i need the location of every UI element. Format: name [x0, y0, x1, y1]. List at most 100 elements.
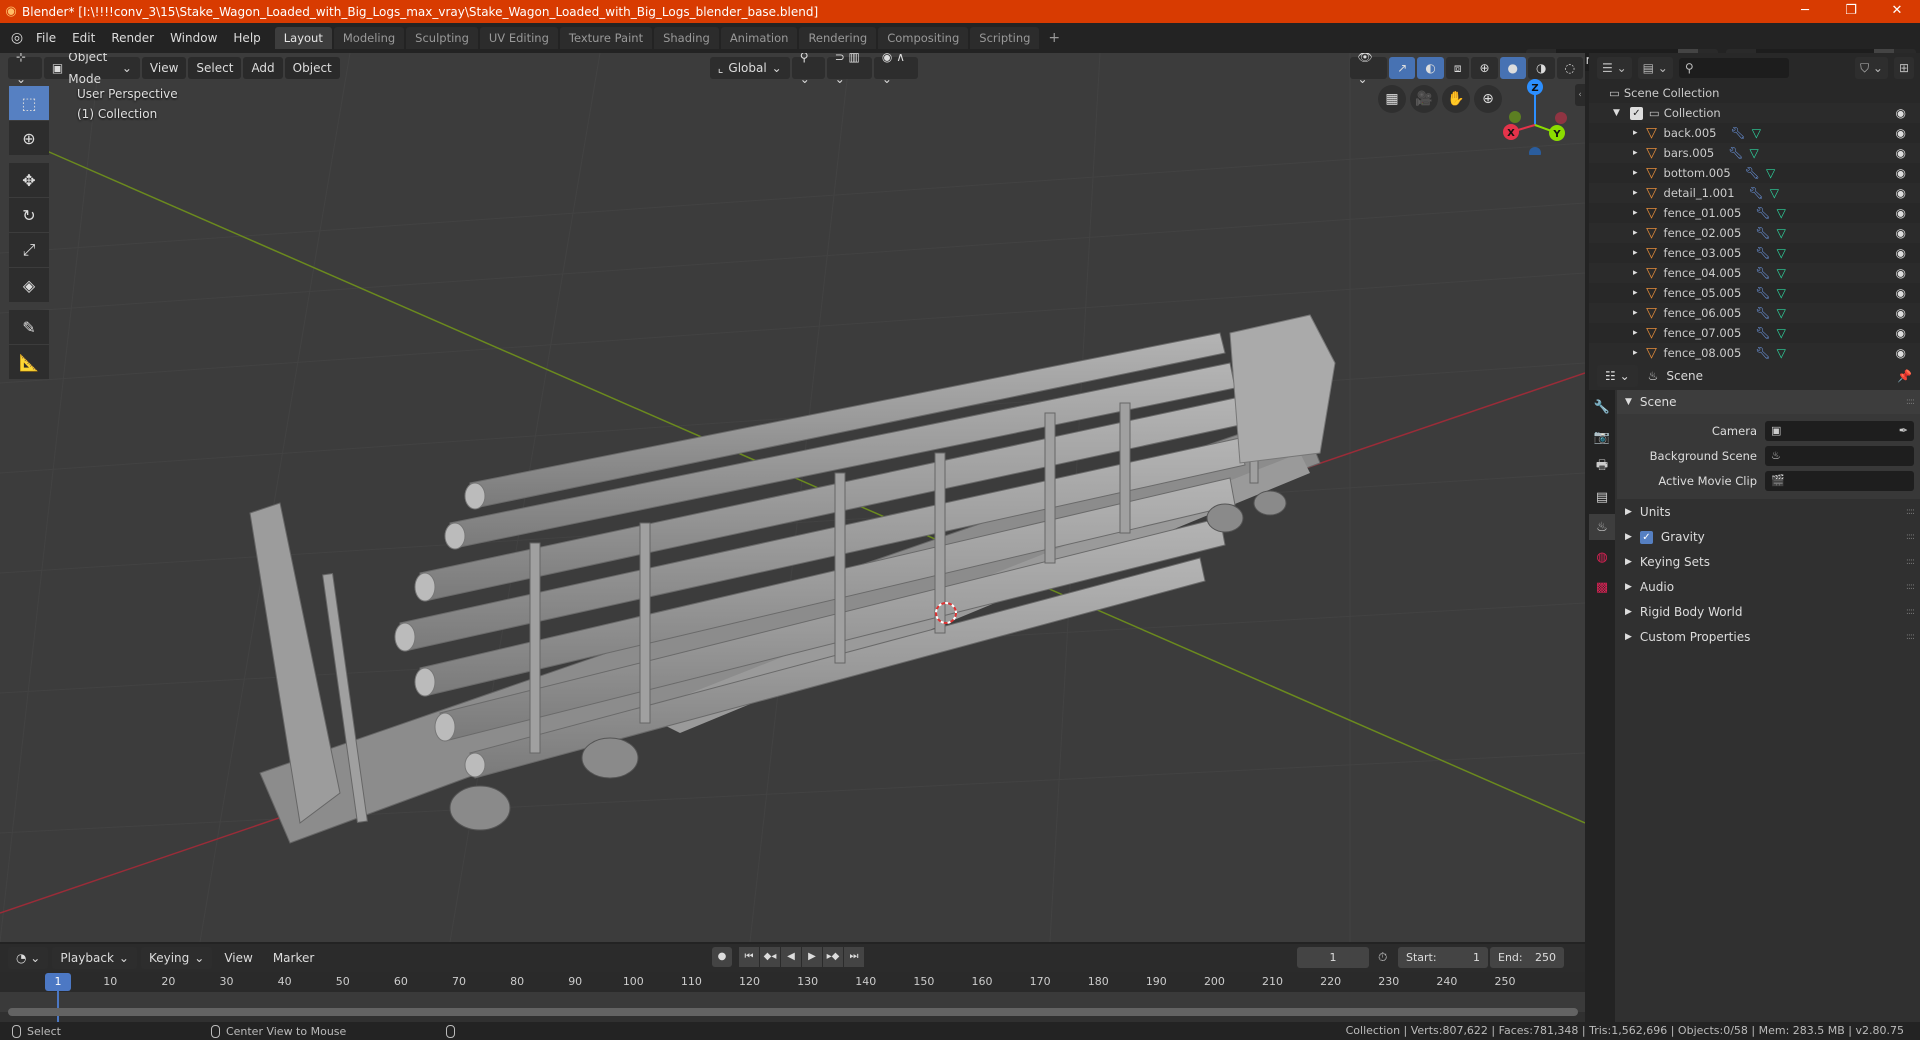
expand-arrow-icon[interactable]: ▸ [1633, 288, 1638, 298]
modifier-icon[interactable]: 🔧︎ [1755, 226, 1770, 240]
modifier-icon[interactable]: 🔧︎ [1755, 346, 1770, 360]
expand-arrow-icon[interactable]: ▸ [1633, 308, 1638, 318]
modifier-icon[interactable]: 🔧︎ [1728, 146, 1743, 160]
outliner-item[interactable]: ▸ ▽ fence_03.005 🔧︎ ▽ ◉ [1589, 243, 1920, 263]
panel-header[interactable]: ▶ Keying Sets:::: [1617, 550, 1920, 574]
sidebar-toggle[interactable]: ‹ [1575, 84, 1585, 106]
play-reverse-button[interactable]: ◀ [781, 947, 801, 967]
mesh-data-icon[interactable]: ▽ [1777, 286, 1786, 300]
jump-end-button[interactable]: ⏭ [844, 947, 864, 967]
eye-icon[interactable]: ◉ [1896, 346, 1906, 360]
select-box-tool[interactable]: ⬚ [9, 86, 49, 120]
xray-toggle[interactable]: ⧈ [1445, 57, 1470, 79]
menu-object[interactable]: Object [284, 57, 340, 79]
expand-arrow-icon[interactable]: ▸ [1633, 348, 1638, 358]
outliner-item[interactable]: ▸ ▽ fence_01.005 🔧︎ ▽ ◉ [1589, 203, 1920, 223]
modifier-icon[interactable]: 🔧︎ [1730, 126, 1745, 140]
outliner-item[interactable]: ▸ ▽ fence_05.005 🔧︎ ▽ ◉ [1589, 283, 1920, 303]
eye-icon[interactable]: ◉ [1896, 186, 1906, 200]
expand-arrow-icon[interactable]: ▸ [1633, 328, 1638, 338]
drag-handle-icon[interactable]: :::: [1906, 632, 1915, 642]
proportional-editing-toggle[interactable]: ◉ ∧ ⌄ [873, 53, 918, 86]
eye-icon[interactable]: ◉ [1896, 166, 1906, 180]
expand-arrow-icon[interactable]: ▸ [1633, 248, 1638, 258]
eye-icon[interactable]: ◉ [1896, 246, 1906, 260]
modifier-icon[interactable]: 🔧︎ [1745, 166, 1760, 180]
editor-type-button[interactable]: ⊹ ⌄ [8, 53, 42, 86]
drag-handle-icon[interactable]: :::: [1906, 532, 1915, 542]
timeline-scrollbar[interactable] [8, 1008, 1578, 1016]
menu-marker[interactable]: Marker [265, 947, 322, 969]
timeline-editor-type[interactable]: ◔ ⌄ [8, 947, 49, 969]
eye-icon[interactable]: ◉ [1896, 306, 1906, 320]
menu-help[interactable]: Help [225, 23, 268, 53]
menu-select[interactable]: Select [188, 57, 242, 79]
outliner-item[interactable]: ▸ ▽ fence_08.005 🔧︎ ▽ ◉ [1589, 343, 1920, 363]
add-workspace-button[interactable]: + [1041, 30, 1067, 46]
outliner-search-input[interactable]: ⚲ [1678, 58, 1789, 78]
end-frame-field[interactable]: End: 250 [1490, 947, 1564, 968]
tab-texture-paint[interactable]: Texture Paint [559, 27, 653, 49]
expand-arrow-icon[interactable]: ▼ [1613, 108, 1620, 118]
tab-compositing[interactable]: Compositing [878, 27, 969, 49]
tab-modeling[interactable]: Modeling [333, 27, 405, 49]
pin-icon[interactable]: 📌 [1897, 369, 1912, 383]
blender-menu-icon[interactable]: ◎ [6, 30, 28, 46]
tab-animation[interactable]: Animation [720, 27, 798, 49]
scene-panel-header[interactable]: ▼ Scene :::: [1617, 390, 1920, 414]
3d-viewport[interactable]: ⊹ ⌄ ▣ Object Mode ⌄ View Select Add Object… [0, 53, 1585, 942]
annotate-tool[interactable]: ✎ [9, 310, 49, 344]
tab-shading[interactable]: Shading [654, 27, 719, 49]
modifier-icon[interactable]: 🔧︎ [1755, 206, 1770, 220]
menu-keying[interactable]: Keying ⌄ [140, 947, 213, 969]
collection-checkbox[interactable]: ✓ [1629, 106, 1643, 120]
cursor-tool[interactable]: ⊕ [9, 121, 49, 155]
panel-header[interactable]: ▶ ✓ Gravity:::: [1617, 525, 1920, 549]
expand-arrow-icon[interactable]: ▸ [1633, 188, 1638, 198]
modifier-icon[interactable]: 🔧︎ [1755, 286, 1770, 300]
eye-icon[interactable]: ◉ [1896, 286, 1906, 300]
render-tab[interactable]: 📷 [1589, 424, 1615, 450]
output-tab[interactable]: 🖶 [1589, 454, 1615, 480]
drag-handle-icon[interactable]: :::: [1906, 397, 1915, 407]
tab-scripting[interactable]: Scripting [970, 27, 1040, 49]
menu-file[interactable]: File [28, 23, 64, 53]
camera-view-icon[interactable]: 🎥 [1410, 85, 1438, 113]
minimize-button[interactable]: ─ [1782, 0, 1828, 23]
mesh-data-icon[interactable]: ▽ [1749, 146, 1758, 160]
mesh-data-icon[interactable]: ▽ [1777, 206, 1786, 220]
tool-tab[interactable]: 🔧 [1589, 394, 1615, 420]
pivot-point-dropdown[interactable]: ⚲ ⌄ [791, 53, 825, 86]
gizmo-toggle[interactable]: ↗ [1389, 57, 1416, 79]
mesh-data-icon[interactable]: ▽ [1777, 246, 1786, 260]
modifier-icon[interactable]: 🔧︎ [1749, 186, 1764, 200]
playhead-frame[interactable]: 1 [45, 973, 71, 991]
next-keyframe-button[interactable]: ▸◆ [823, 947, 843, 967]
view-layer-tab[interactable]: ▤ [1589, 484, 1615, 510]
prev-keyframe-button[interactable]: ◆◂ [760, 947, 780, 967]
mesh-data-icon[interactable]: ▽ [1777, 346, 1786, 360]
outliner-item[interactable]: ▸ ▽ fence_06.005 🔧︎ ▽ ◉ [1589, 303, 1920, 323]
outliner-item[interactable]: ▸ ▽ bottom.005 🔧︎ ▽ ◉ [1589, 163, 1920, 183]
menu-view[interactable]: View [141, 57, 187, 79]
modifier-icon[interactable]: 🔧︎ [1755, 246, 1770, 260]
start-frame-field[interactable]: Start: 1 [1398, 947, 1488, 968]
drag-handle-icon[interactable]: :::: [1906, 507, 1915, 517]
mesh-data-icon[interactable]: ▽ [1777, 326, 1786, 340]
mesh-data-icon[interactable]: ▽ [1766, 166, 1775, 180]
menu-playback[interactable]: Playback ⌄ [52, 947, 137, 969]
tab-uv-editing[interactable]: UV Editing [479, 27, 558, 49]
panel-header[interactable]: ▶ Custom Properties:::: [1617, 625, 1920, 649]
play-button[interactable]: ▶ [802, 947, 822, 967]
snap-toggle[interactable]: ⊃ ▥ ⌄ [826, 53, 872, 86]
drag-handle-icon[interactable]: :::: [1906, 607, 1915, 617]
panel-header[interactable]: ▶ Units:::: [1617, 500, 1920, 524]
menu-timeline-view[interactable]: View [216, 947, 260, 969]
stopwatch-icon[interactable]: ⏱ [1378, 950, 1387, 965]
jump-start-button[interactable]: ⏮ [739, 947, 759, 967]
menu-render[interactable]: Render [103, 23, 162, 53]
playhead-line[interactable] [57, 990, 59, 1022]
tab-rendering[interactable]: Rendering [799, 27, 877, 49]
mesh-data-icon[interactable]: ▽ [1777, 226, 1786, 240]
eye-icon[interactable]: ◉ [1896, 326, 1906, 340]
